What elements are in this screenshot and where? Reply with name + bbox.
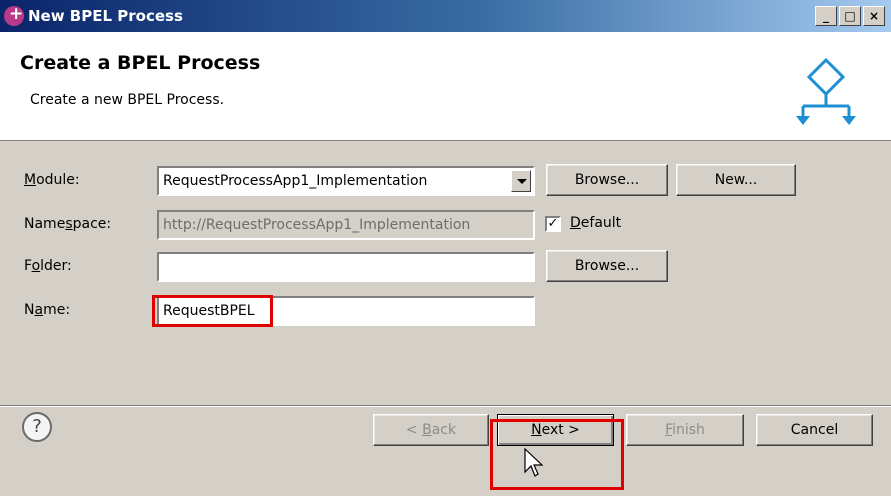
- app-icon: [4, 4, 24, 26]
- namespace-label: Namespace:: [24, 216, 112, 232]
- mouse-cursor-icon: [524, 448, 544, 477]
- window-title: New BPEL Process: [28, 7, 183, 25]
- help-icon[interactable]: ?: [22, 412, 52, 442]
- footer-separator: [0, 405, 891, 407]
- module-browse-button[interactable]: Browse...: [546, 164, 668, 196]
- module-new-button[interactable]: New...: [676, 164, 796, 196]
- module-label: Module:: [24, 172, 80, 188]
- module-value: RequestProcessApp1_Implementation: [163, 173, 428, 189]
- cancel-button[interactable]: Cancel: [756, 414, 873, 446]
- chevron-down-icon[interactable]: [511, 170, 531, 192]
- name-input[interactable]: RequestBPEL: [157, 296, 535, 326]
- finish-button: Finish: [626, 414, 744, 446]
- bpel-process-icon: [796, 57, 856, 125]
- module-dropdown[interactable]: RequestProcessApp1_Implementation: [157, 166, 535, 196]
- minimize-button[interactable]: _: [815, 6, 837, 26]
- title-bar[interactable]: New BPEL Process _ □ ×: [0, 0, 891, 32]
- folder-row: Folder: Browse...: [0, 250, 891, 284]
- close-button[interactable]: ×: [863, 6, 885, 26]
- default-checkbox-label: Default: [570, 215, 622, 231]
- maximize-button[interactable]: □: [839, 6, 861, 26]
- page-title: Create a BPEL Process: [20, 52, 261, 74]
- folder-input[interactable]: [157, 252, 535, 282]
- page-description: Create a new BPEL Process.: [30, 92, 225, 108]
- back-button: < Back: [373, 414, 489, 446]
- folder-browse-button[interactable]: Browse...: [546, 250, 668, 282]
- default-checkbox[interactable]: ✓: [545, 216, 561, 232]
- namespace-field: http://RequestProcessApp1_Implementation: [157, 210, 535, 240]
- folder-label: Folder:: [24, 258, 72, 274]
- name-label: Name:: [24, 302, 71, 318]
- new-bpel-process-dialog: New BPEL Process _ □ × Create a BPEL Pro…: [0, 0, 891, 496]
- name-row: Name: RequestBPEL: [0, 294, 891, 328]
- next-button[interactable]: Next >: [497, 414, 614, 446]
- window-controls: _ □ ×: [815, 6, 885, 26]
- module-row: Module: RequestProcessApp1_Implementatio…: [0, 164, 891, 198]
- namespace-row: Namespace: http://RequestProcessApp1_Imp…: [0, 208, 891, 242]
- wizard-header: Create a BPEL Process Create a new BPEL …: [0, 32, 891, 141]
